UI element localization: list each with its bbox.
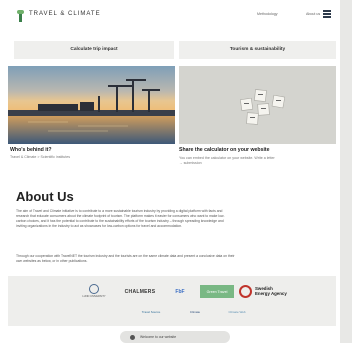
- nav-link-methodology[interactable]: Methodology: [257, 12, 278, 16]
- partner-logo-swedish-energy-agency[interactable]: Swedish Energy Agency: [239, 282, 291, 300]
- partner-logo-climate[interactable]: Climate: [175, 307, 215, 316]
- partner-name: LUND UNIVERSITY: [82, 295, 106, 298]
- seal-icon: [89, 284, 99, 294]
- card-title-share-calculator[interactable]: Share the calculator on your website: [179, 147, 270, 153]
- partner-logo-climate-web[interactable]: Climate Web: [221, 307, 253, 316]
- site-header: TRAVEL & CLIMATE Methodology About us: [0, 0, 340, 30]
- tab-tourism-sustainability[interactable]: Tourism & sustainability: [179, 41, 336, 59]
- about-paragraph-1: The aim of Travel and Climate initiative…: [16, 209, 334, 229]
- partner-logo-fbf[interactable]: FbF: [165, 285, 195, 299]
- partner-logo-lund[interactable]: LUND UNIVERSITY: [72, 282, 116, 300]
- paragraph-line: inviting organizations in the industry t…: [16, 224, 183, 228]
- logo-icon[interactable]: [17, 10, 24, 22]
- about-paragraph-2: Through our cooperation with TravelNET t…: [16, 254, 334, 264]
- nav-link-about[interactable]: About us: [306, 12, 320, 16]
- card-subtitle-whos-behind: Travel & Climate > Scientific institutes: [10, 155, 71, 159]
- card-title-whos-behind[interactable]: Who's behind it?: [10, 147, 52, 153]
- tab-calculate-trip-impact[interactable]: Calculate trip impact: [14, 41, 174, 59]
- partner-name: Swedish Energy Agency: [255, 286, 287, 296]
- page: TRAVEL & CLIMATE Methodology About us Ca…: [0, 0, 340, 343]
- paragraph-line: own websites as below, or in other publi…: [16, 259, 88, 263]
- letter-tiles-photo[interactable]: [179, 66, 336, 144]
- about-us-heading: About Us: [16, 189, 74, 204]
- harbour-photo[interactable]: [8, 66, 175, 144]
- partner-logo-chalmers[interactable]: CHALMERS: [120, 286, 160, 298]
- hamburger-menu-icon[interactable]: [322, 9, 332, 19]
- partner-logo-travel-source[interactable]: Travel Source: [133, 307, 169, 316]
- partner-logos: LUND UNIVERSITY CHALMERS FbF Green Trave…: [8, 276, 336, 326]
- energy-agency-icon: [239, 284, 252, 298]
- footer-label: Welcome to our website: [140, 335, 177, 339]
- info-icon: [130, 334, 135, 340]
- card-subtitle-line: → submission: [179, 161, 202, 165]
- card-subtitle-share-calculator: You can embed the calculator on your web…: [179, 156, 329, 166]
- partner-name-line: Energy Agency: [255, 291, 287, 296]
- brand-name[interactable]: TRAVEL & CLIMATE: [29, 11, 101, 17]
- footer-notice[interactable]: Welcome to our website: [120, 331, 230, 343]
- partner-logo-green-travel[interactable]: Green Travel: [200, 285, 234, 298]
